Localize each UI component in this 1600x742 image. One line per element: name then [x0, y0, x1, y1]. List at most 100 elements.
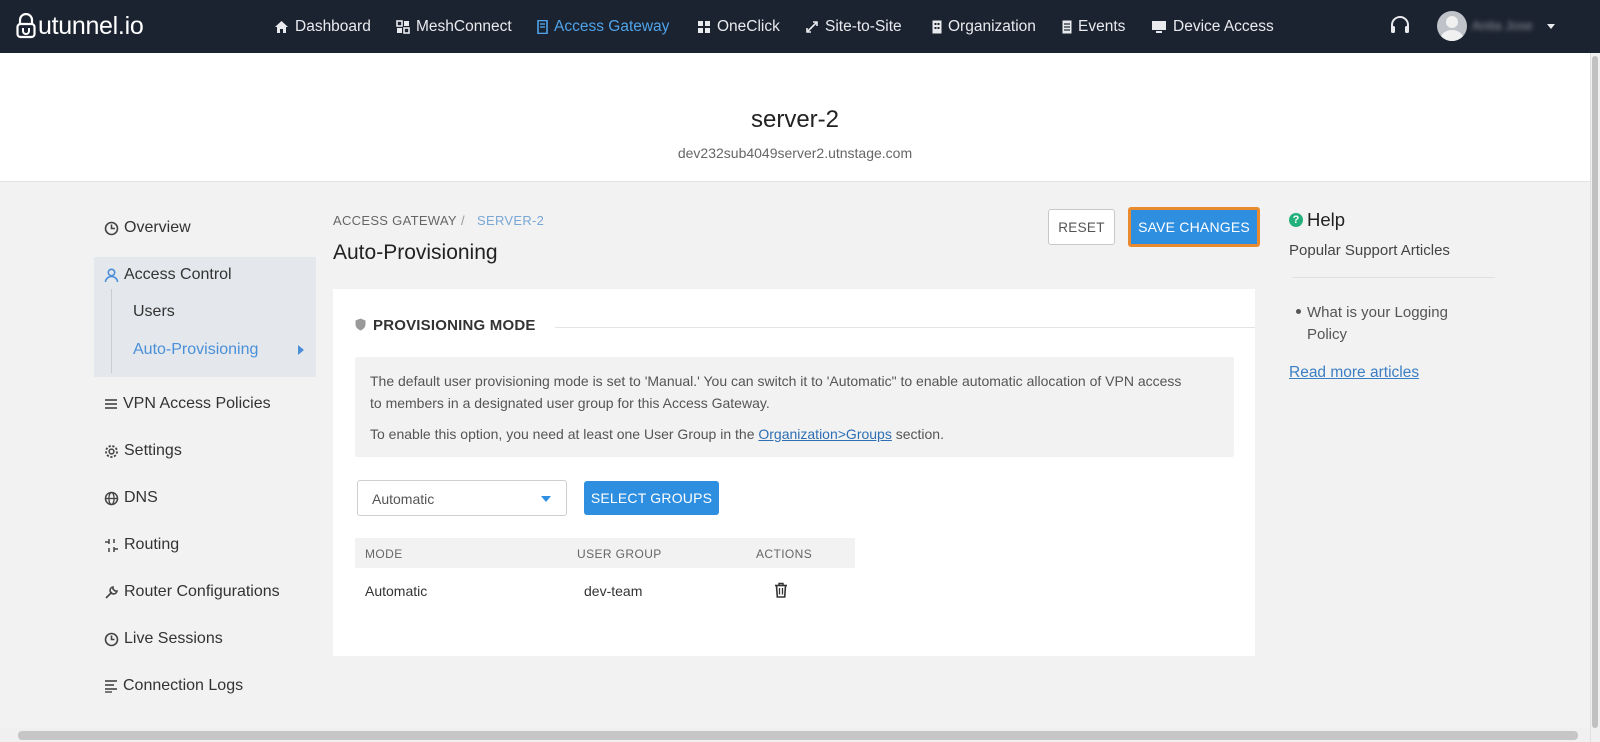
nav-events[interactable]: Events: [1062, 0, 1125, 53]
sidebar-access-control-label: Access Control: [124, 266, 232, 283]
home-icon: [275, 20, 288, 33]
nav-organization[interactable]: Organization: [932, 0, 1036, 53]
help-divider: [1292, 277, 1495, 278]
nav-oneclick-label: OneClick: [717, 17, 780, 35]
server-hostname: dev232sub4049server2.utnstage.com: [677, 145, 913, 161]
nav-access-gateway[interactable]: Access Gateway: [537, 0, 669, 53]
table-cell-user-group: dev-team: [584, 583, 643, 599]
submenu-line: [111, 289, 112, 373]
server-icon: [537, 19, 548, 34]
info-text-line-3: To enable this option, you need at least…: [370, 423, 944, 445]
breadcrumb-separator: /: [461, 213, 465, 228]
sidebar-overview-label: Overview: [124, 219, 191, 236]
nav-meshconnect-label: MeshConnect: [416, 17, 512, 35]
save-changes-button[interactable]: SAVE CHANGES: [1128, 207, 1260, 247]
sidebar-settings-label: Settings: [124, 442, 182, 459]
routing-icon: [105, 538, 118, 552]
mesh-icon: [396, 19, 410, 34]
breadcrumb-current: SERVER-2: [477, 213, 545, 228]
sidebar-item-connection-logs[interactable]: Connection Logs: [104, 677, 243, 695]
top-navbar: utunnel.io Dashboard MeshConnect Access …: [0, 0, 1600, 53]
nav-site-to-site-label: Site-to-Site: [825, 17, 902, 35]
column-header-mode: MODE: [365, 547, 403, 561]
help-title: Help: [1307, 209, 1346, 230]
info-text-line-1: The default user provisioning mode is se…: [370, 373, 1182, 389]
sidebar-item-overview[interactable]: Overview: [104, 219, 191, 237]
nav-dashboard-label: Dashboard: [295, 17, 371, 35]
text-lines-icon: [105, 680, 117, 693]
monitor-icon: [1152, 20, 1166, 33]
lock-logo-icon: [16, 13, 36, 39]
wrench-icon: [105, 585, 118, 599]
clock-icon: [104, 632, 119, 646]
nav-dashboard[interactable]: Dashboard: [274, 0, 371, 53]
user-icon: [104, 267, 119, 282]
sidebar-item-access-control[interactable]: Access Control: [104, 266, 232, 284]
help-subtitle: Popular Support Articles: [1289, 242, 1450, 259]
server-name: server-2: [750, 106, 840, 133]
provisioning-mode-heading: PROVISIONING MODE: [373, 317, 536, 334]
chevron-down-icon[interactable]: [1547, 24, 1555, 29]
logo-text: utunnel.io: [38, 11, 144, 40]
trash-icon[interactable]: [774, 582, 788, 598]
sidebar-item-users[interactable]: Users: [133, 303, 175, 321]
sidebar-connection-logs-label: Connection Logs: [123, 677, 244, 694]
info-text-prefix: To enable this option, you need at least…: [370, 426, 759, 442]
sidebar-dns-label: DNS: [124, 489, 158, 506]
link-icon: [806, 20, 818, 33]
list-icon: [1062, 20, 1072, 33]
nav-events-label: Events: [1078, 17, 1126, 35]
sidebar-item-routing[interactable]: Routing: [104, 536, 179, 554]
select-groups-button[interactable]: SELECT GROUPS: [584, 481, 719, 515]
gear-icon: [105, 444, 118, 458]
nav-site-to-site[interactable]: Site-to-Site: [805, 0, 902, 53]
user-name[interactable]: Anita Jose: [1472, 18, 1533, 33]
sidebar-item-live-sessions[interactable]: Live Sessions: [104, 630, 223, 648]
nav-device-access-label: Device Access: [1173, 17, 1274, 35]
sidebar-router-configurations-label: Router Configurations: [124, 583, 280, 600]
nav-device-access[interactable]: Device Access: [1151, 0, 1274, 53]
caret-right-icon: [298, 345, 304, 355]
nav-meshconnect[interactable]: MeshConnect: [396, 0, 512, 53]
info-text-suffix: section.: [891, 426, 944, 442]
grid-icon: [698, 20, 710, 33]
user-avatar[interactable]: [1437, 11, 1467, 41]
sidebar-item-auto-provisioning[interactable]: Auto-Provisioning: [133, 341, 258, 359]
question-icon: ?: [1289, 213, 1303, 227]
globe-icon: [104, 491, 119, 505]
provisioning-mode-select[interactable]: Automatic: [357, 480, 567, 516]
vertical-scrollbar-thumb[interactable]: [1592, 56, 1598, 728]
chevron-down-icon: [541, 496, 551, 502]
list-lines-icon: [105, 399, 117, 409]
sidebar-vpn-policies-label: VPN Access Policies: [123, 395, 271, 412]
sidebar-item-settings[interactable]: Settings: [104, 442, 182, 460]
nav-organization-label: Organization: [948, 17, 1036, 35]
page-title: Auto-Provisioning: [333, 241, 498, 264]
column-header-actions: ACTIONS: [756, 547, 813, 561]
headset-icon[interactable]: [1389, 15, 1411, 37]
sidebar-item-dns[interactable]: DNS: [104, 489, 158, 507]
horizontal-scrollbar-thumb[interactable]: [18, 731, 1578, 740]
clock-icon: [104, 221, 119, 235]
organization-groups-link[interactable]: Organization>Groups: [758, 426, 891, 442]
select-value: Automatic: [372, 491, 435, 507]
reset-button[interactable]: RESET: [1048, 209, 1115, 245]
sidebar-routing-label: Routing: [124, 536, 180, 553]
read-more-articles-link[interactable]: Read more articles: [1289, 364, 1419, 382]
nav-oneclick[interactable]: OneClick: [697, 0, 780, 53]
info-text-line-2: to members in a designated user group fo…: [370, 395, 770, 411]
column-header-user-group: USER GROUP: [577, 547, 662, 561]
help-article-link[interactable]: What is your Logging Policy: [1307, 302, 1487, 346]
sidebar-live-sessions-label: Live Sessions: [124, 630, 223, 647]
bullet: [1296, 309, 1301, 314]
sidebar-item-router-configurations[interactable]: Router Configurations: [104, 583, 280, 601]
sidebar-item-vpn-policies[interactable]: VPN Access Policies: [104, 395, 271, 413]
building-icon: [932, 20, 942, 33]
divider: [555, 327, 1255, 328]
breadcrumb-access-gateway[interactable]: ACCESS GATEWAY: [333, 213, 457, 228]
provisioning-card: [333, 289, 1255, 656]
shield-icon: [355, 318, 366, 331]
nav-access-gateway-label: Access Gateway: [554, 17, 670, 35]
server-header: server-2 dev232sub4049server2.utnstage.c…: [0, 53, 1590, 182]
utunnel-logo[interactable]: utunnel.io: [16, 11, 144, 41]
